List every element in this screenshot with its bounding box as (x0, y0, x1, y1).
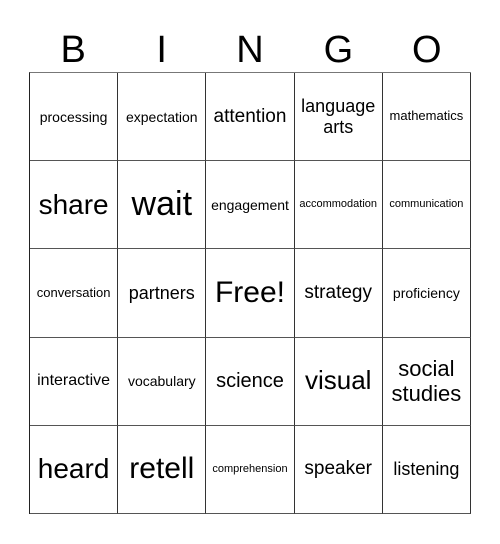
bingo-cell[interactable]: speaker (294, 425, 383, 514)
header-letter-g: G (323, 29, 354, 71)
bingo-cell[interactable]: conversation (30, 249, 119, 338)
bingo-cell[interactable]: attention (206, 73, 295, 162)
bingo-cell[interactable]: language arts (294, 73, 383, 162)
bingo-cell[interactable]: strategy (294, 249, 383, 338)
bingo-cell[interactable]: heard (30, 425, 119, 514)
header-letter-o: O (412, 29, 442, 71)
free-space[interactable]: Free! (206, 249, 295, 338)
header-letter-b: B (60, 29, 86, 71)
bingo-cell[interactable]: interactive (30, 337, 119, 426)
bingo-grid: processing expectation attention languag… (29, 72, 471, 514)
bingo-cell[interactable]: communication (382, 161, 471, 250)
bingo-cell[interactable]: listening (382, 425, 471, 514)
bingo-cell[interactable]: proficiency (382, 249, 471, 338)
header-letter-n: N (236, 29, 264, 71)
header-letter-i: I (156, 29, 167, 71)
bingo-cell[interactable]: visual (294, 337, 383, 426)
bingo-cell[interactable]: social studies (382, 337, 471, 426)
bingo-cell[interactable]: processing (30, 73, 119, 162)
bingo-cell[interactable]: comprehension (206, 425, 295, 514)
bingo-cell[interactable]: wait (118, 161, 207, 250)
bingo-cell[interactable]: accommodation (294, 161, 383, 250)
bingo-cell[interactable]: share (30, 161, 119, 250)
bingo-header: B I N G O (29, 28, 471, 72)
bingo-cell[interactable]: partners (118, 249, 207, 338)
bingo-cell[interactable]: mathematics (382, 73, 471, 162)
bingo-cell[interactable]: retell (118, 425, 207, 514)
bingo-cell[interactable]: engagement (206, 161, 295, 250)
bingo-cell[interactable]: expectation (118, 73, 207, 162)
bingo-cell[interactable]: vocabulary (118, 337, 207, 426)
bingo-cell[interactable]: science (206, 337, 295, 426)
